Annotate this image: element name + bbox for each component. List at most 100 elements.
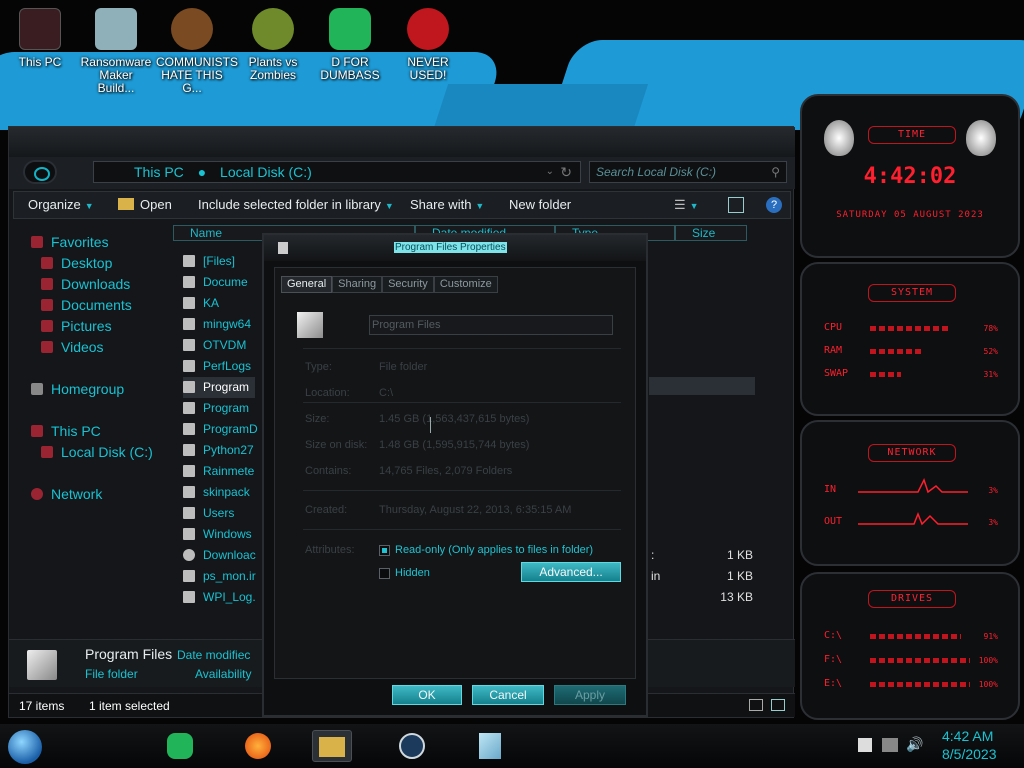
volume-icon[interactable]: 🔊 <box>906 736 923 753</box>
readonly-checkbox[interactable] <box>379 545 390 556</box>
tab-security[interactable]: Security <box>382 276 434 293</box>
tab-general[interactable]: General <box>281 276 333 293</box>
list-item-selected[interactable]: Program <box>183 377 255 398</box>
share-with-button[interactable]: Share with ▼ <box>410 197 484 212</box>
divider <box>303 402 621 403</box>
hidden-checkbox[interactable] <box>379 568 390 579</box>
taskbar-spotify-icon[interactable] <box>160 730 200 762</box>
column-header-size[interactable]: Size <box>675 225 747 241</box>
taskbar-notepad-icon[interactable] <box>470 730 510 762</box>
type-value: File folder <box>379 361 428 373</box>
desktop-icon-d-for-dumbass[interactable]: D FOR DUMBASS <box>314 6 386 82</box>
breadcrumb-this-pc[interactable]: This PC <box>134 164 184 180</box>
address-bar[interactable]: This PC ● Local Disk (C:) ⌄ ↻ <box>93 161 581 183</box>
cancel-button[interactable]: Cancel <box>472 685 544 705</box>
ram-value: 52% <box>983 347 998 356</box>
taskbar-firefox-icon[interactable] <box>238 730 278 762</box>
gadget-clock: 4:42:02 <box>863 164 957 189</box>
taskbar: 🔊 4:42 AM 8/5/2023 <box>0 724 1024 768</box>
system-gadget-header: SYSTEM <box>868 284 956 302</box>
folder-icon <box>183 486 195 498</box>
swap-value: 31% <box>983 370 998 379</box>
folder-name-field[interactable]: Program Files <box>369 315 613 335</box>
open-button[interactable]: Open <box>118 197 172 212</box>
money-bag-icon <box>171 8 213 50</box>
nav-desktop[interactable]: Desktop <box>41 254 112 272</box>
readonly-label[interactable]: Read-only (Only applies to files in fold… <box>395 544 593 556</box>
command-bar: Organize ▼ Open Include selected folder i… <box>13 191 791 219</box>
document-icon <box>329 8 371 50</box>
computer-icon <box>19 8 61 50</box>
gadget-date: saturday 05 august 2023 <box>836 210 984 220</box>
cpu-value: 78% <box>983 324 998 333</box>
desktop-icon-label: This PC <box>18 55 62 69</box>
time-gadget-header: TIME <box>868 126 956 144</box>
folder-icon <box>183 444 195 456</box>
tab-sharing[interactable]: Sharing <box>332 276 383 293</box>
dialog-title-bar[interactable]: Program Files Properties <box>264 235 646 261</box>
contains-label: Contains: <box>305 465 352 477</box>
tab-customize[interactable]: Customize <box>433 276 498 293</box>
desktop-icon-communists[interactable]: COMMUNISTS HATE THIS G... <box>156 6 238 95</box>
nav-pictures[interactable]: Pictures <box>41 317 112 335</box>
new-folder-button[interactable]: New folder <box>509 197 571 212</box>
desktop-icon-ransomware-maker[interactable]: Ransomware Maker Build... <box>80 6 152 95</box>
details-view-icon[interactable] <box>749 699 763 711</box>
file-size: 13 KB <box>720 590 753 604</box>
nav-this-pc[interactable]: This PC <box>31 422 101 440</box>
organize-button[interactable]: Organize ▼ <box>28 197 94 212</box>
taskbar-steam-icon[interactable] <box>392 730 432 762</box>
back-button[interactable] <box>23 160 57 184</box>
nav-favorites[interactable]: Favorites <box>31 233 109 251</box>
search-icon: ⚲ <box>771 165 780 179</box>
swap-label: SWAP <box>824 368 849 379</box>
desktop-icon-devcpp[interactable]: NEVER USED! <box>392 6 464 82</box>
time-gadget: TIME 4:42:02 saturday 05 august 2023 <box>800 94 1020 258</box>
desktop-icon-this-pc[interactable]: This PC <box>4 6 76 69</box>
folder-icon <box>183 297 195 309</box>
taskbar-file-explorer-icon[interactable] <box>312 730 352 762</box>
address-dropdown-icon[interactable]: ⌄ <box>546 162 554 182</box>
include-in-library-button[interactable]: Include selected folder in library ▼ <box>198 197 394 212</box>
drive-icon <box>41 446 53 458</box>
file-icon <box>183 549 195 561</box>
divider <box>303 348 621 349</box>
ram-label: RAM <box>824 345 843 356</box>
help-icon[interactable]: ? <box>766 197 782 213</box>
hidden-label[interactable]: Hidden <box>395 567 430 579</box>
large-icons-view-icon[interactable] <box>771 699 785 711</box>
selected-row-highlight <box>649 377 755 395</box>
desktop-icon-label: Ransomware Maker Build... <box>80 55 152 95</box>
refresh-icon[interactable]: ↻ <box>560 162 572 182</box>
drive-value: 91% <box>983 632 998 641</box>
desktop-icon-plants-vs-zombies[interactable]: Plants vs Zombies <box>237 6 309 82</box>
nav-local-disk[interactable]: Local Disk (C:) <box>41 443 153 461</box>
nav-network[interactable]: Network <box>31 485 102 503</box>
swap-bar <box>870 372 901 377</box>
desktop-icon-label: D FOR DUMBASS <box>320 55 380 82</box>
preview-pane-icon[interactable] <box>728 197 744 213</box>
nav-videos[interactable]: Videos <box>41 338 104 356</box>
advanced-button[interactable]: Advanced... <box>521 562 621 582</box>
nav-homegroup[interactable]: Homegroup <box>31 380 124 398</box>
breadcrumb-local-disk[interactable]: Local Disk (C:) <box>220 164 312 180</box>
apply-button[interactable]: Apply <box>554 685 626 705</box>
ok-button[interactable]: OK <box>392 685 462 705</box>
taskbar-clock-date[interactable]: 8/5/2023 <box>942 746 997 762</box>
start-button[interactable] <box>8 730 42 764</box>
search-input[interactable]: Search Local Disk (C:) ⚲ <box>589 161 787 183</box>
folder-icon <box>183 318 195 330</box>
view-options-icon[interactable]: ☰ ▼ <box>674 197 699 213</box>
nav-documents[interactable]: Documents <box>41 296 132 314</box>
nav-downloads[interactable]: Downloads <box>41 275 130 293</box>
desktop-icon-label: NEVER USED! <box>407 55 449 82</box>
drive-label: F:\ <box>824 654 843 665</box>
attributes-label: Attributes: <box>305 544 355 556</box>
file-icon <box>183 570 195 582</box>
action-center-flag-icon[interactable] <box>858 738 872 752</box>
explorer-title-bar[interactable] <box>9 127 795 157</box>
cpu-label: CPU <box>824 322 843 333</box>
in-label: IN <box>824 484 837 495</box>
taskbar-clock-time[interactable]: 4:42 AM <box>942 728 993 744</box>
network-tray-icon[interactable] <box>882 738 898 752</box>
